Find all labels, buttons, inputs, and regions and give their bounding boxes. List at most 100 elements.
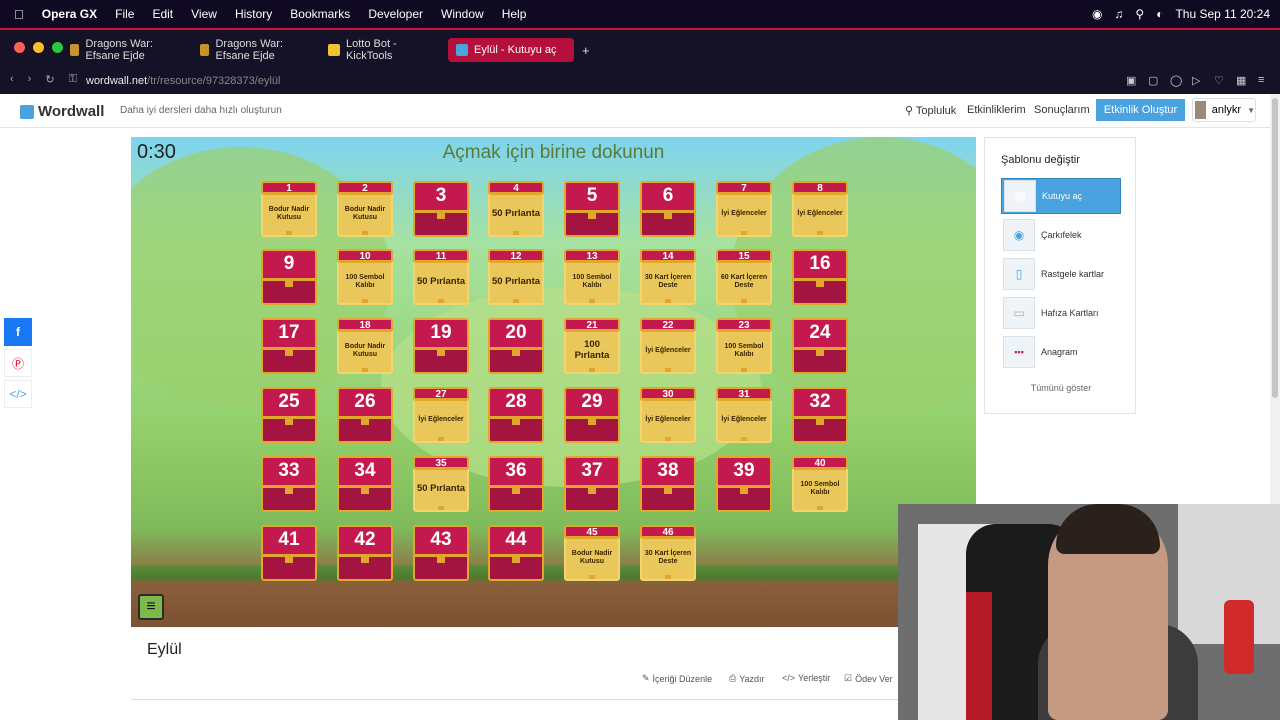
print-icon: ⎙ <box>729 673 737 683</box>
closed-box[interactable]: 28 <box>488 387 544 443</box>
closed-box[interactable]: 24 <box>792 318 848 374</box>
box-lock-icon <box>512 348 520 356</box>
back-icon[interactable]: ‹ <box>10 73 14 86</box>
apple-icon[interactable]:  <box>14 7 24 22</box>
tab-eylul-active[interactable]: Eylül - Kutuyu aç <box>448 38 574 62</box>
menu-file[interactable]: File <box>115 7 134 21</box>
box-number: 12 <box>488 249 544 263</box>
play-icon[interactable]: ▷ <box>1192 74 1204 87</box>
tab-dragons-war-1[interactable]: Dragons War: Efsane Ejde <box>62 38 188 62</box>
menu-bookmarks[interactable]: Bookmarks <box>290 7 350 21</box>
new-tab-button[interactable]: + <box>574 38 594 62</box>
closed-box[interactable]: 26 <box>337 387 393 443</box>
closed-box[interactable]: 3 <box>413 181 469 237</box>
print-link[interactable]: ⎙ Yazdır <box>729 673 765 684</box>
edit-content-link[interactable]: ✎ İçeriği Düzenle <box>642 673 712 684</box>
menu-help[interactable]: Help <box>502 7 527 21</box>
template-random-cards[interactable]: ▯ Rastgele kartlar <box>1001 256 1121 292</box>
closed-box[interactable]: 38 <box>640 456 696 512</box>
closed-box[interactable]: 44 <box>488 525 544 581</box>
menubar-app-name[interactable]: Opera GX <box>42 7 97 21</box>
nav-community-label: Topluluk <box>915 105 957 117</box>
embed-link[interactable]: </> Yerleştir <box>782 673 830 683</box>
nav-community[interactable]: ⚲ Topluluk <box>905 104 956 117</box>
box-number: 44 <box>488 525 544 557</box>
wifi-icon[interactable]: ◉ <box>1092 7 1102 21</box>
closed-box[interactable]: 33 <box>261 456 317 512</box>
forward-icon[interactable]: › <box>28 73 32 86</box>
close-window-button[interactable] <box>14 42 25 53</box>
create-activity-button[interactable]: Etkinlik Oluştur <box>1096 99 1185 121</box>
closed-box[interactable]: 6 <box>640 181 696 237</box>
game-menu-button[interactable]: ≡ <box>138 594 164 620</box>
closed-box[interactable]: 41 <box>261 525 317 581</box>
box-lock-icon <box>817 231 823 235</box>
anagram-icon: ▪▪▪ <box>1003 336 1035 368</box>
extensions-icon[interactable]: ▦ <box>1236 74 1248 87</box>
reload-icon[interactable]: ↻ <box>45 73 54 86</box>
volume-icon[interactable]: ♫ <box>1114 7 1123 21</box>
shield-icon[interactable]: ◯ <box>1170 74 1182 87</box>
closed-box[interactable]: 5 <box>564 181 620 237</box>
menu-edit[interactable]: Edit <box>152 7 173 21</box>
closed-box[interactable]: 36 <box>488 456 544 512</box>
closed-box[interactable]: 34 <box>337 456 393 512</box>
template-flash-cards[interactable]: ▭ Hafıza Kartları <box>1001 295 1121 331</box>
menu-developer[interactable]: Developer <box>368 7 423 21</box>
closed-box[interactable]: 37 <box>564 456 620 512</box>
opened-box: 30 İyi Eğlenceler <box>640 387 696 443</box>
scrollbar-thumb[interactable] <box>1272 98 1278 398</box>
closed-box[interactable]: 25 <box>261 387 317 443</box>
box-lock-icon <box>589 575 595 579</box>
closed-box[interactable]: 19 <box>413 318 469 374</box>
pinterest-share-button[interactable]: Ⓟ <box>4 349 32 377</box>
user-menu[interactable]: anlykr ▼ <box>1192 98 1256 122</box>
menu-history[interactable]: History <box>235 7 272 21</box>
nav-my-results[interactable]: Sonuçlarım <box>1034 104 1090 116</box>
closed-box[interactable]: 20 <box>488 318 544 374</box>
snapshot-icon[interactable]: ▢ <box>1148 74 1160 87</box>
control-center-icon[interactable]: ◐ <box>1156 7 1163 21</box>
facebook-share-button[interactable]: f <box>4 318 32 346</box>
nav-my-activities[interactable]: Etkinliklerim <box>967 104 1026 116</box>
embed-share-button[interactable]: </> <box>4 380 32 408</box>
resource-title: Eylül <box>147 641 182 658</box>
url-field[interactable]: wordwall.net/tr/resource/97328373/eylül <box>86 75 280 87</box>
box-number: 33 <box>261 456 317 488</box>
tab-dragons-war-2[interactable]: Dragons War: Efsane Ejde <box>192 38 318 62</box>
box-number: 38 <box>640 456 696 488</box>
closed-box[interactable]: 42 <box>337 525 393 581</box>
game-area[interactable]: 0:30 Açmak için birine dokunun 1 Bodur Na… <box>131 137 976 627</box>
closed-box[interactable]: 16 <box>792 249 848 305</box>
closed-box[interactable]: 17 <box>261 318 317 374</box>
menu-view[interactable]: View <box>191 7 217 21</box>
box-prize-text: 100 Sembol Kalıbı <box>572 273 612 289</box>
box-lock-icon <box>589 368 595 372</box>
show-all-templates-link[interactable]: Tümünü göster <box>985 383 1137 393</box>
minimize-window-button[interactable] <box>33 42 44 53</box>
tab-lotto-bot[interactable]: Lotto Bot - KickTools <box>320 38 446 62</box>
template-anagram[interactable]: ▪▪▪ Anagram <box>1001 334 1121 370</box>
avatar <box>1195 101 1206 119</box>
box-number: 42 <box>337 525 393 557</box>
assign-link[interactable]: ☑ Ödev Ver <box>844 673 893 684</box>
template-open-the-box[interactable]: ▦ Kutuyu aç <box>1001 178 1121 214</box>
wordwall-logo[interactable]: Wordwall <box>20 103 104 120</box>
closed-box[interactable]: 32 <box>792 387 848 443</box>
search-icon[interactable]: ⚲ <box>1135 7 1144 21</box>
box-lock-icon <box>513 231 519 235</box>
closed-box[interactable]: 9 <box>261 249 317 305</box>
template-label: Anagram <box>1041 347 1078 357</box>
menu-icon[interactable]: ≡ <box>1258 74 1270 86</box>
menu-window[interactable]: Window <box>441 7 484 21</box>
box-lock-icon <box>437 348 445 356</box>
closed-box[interactable]: 29 <box>564 387 620 443</box>
heart-icon[interactable]: ♡ <box>1214 74 1226 87</box>
bookmark-icon[interactable]: ▣ <box>1126 74 1138 87</box>
template-wheel[interactable]: ◉ Çarkıfelek <box>1001 217 1121 253</box>
opened-box: 14 30 Kart İçeren Deste <box>640 249 696 305</box>
menubar-clock[interactable]: Thu Sep 11 20:24 <box>1175 7 1270 21</box>
box-number: 5 <box>564 181 620 213</box>
closed-box[interactable]: 39 <box>716 456 772 512</box>
closed-box[interactable]: 43 <box>413 525 469 581</box>
